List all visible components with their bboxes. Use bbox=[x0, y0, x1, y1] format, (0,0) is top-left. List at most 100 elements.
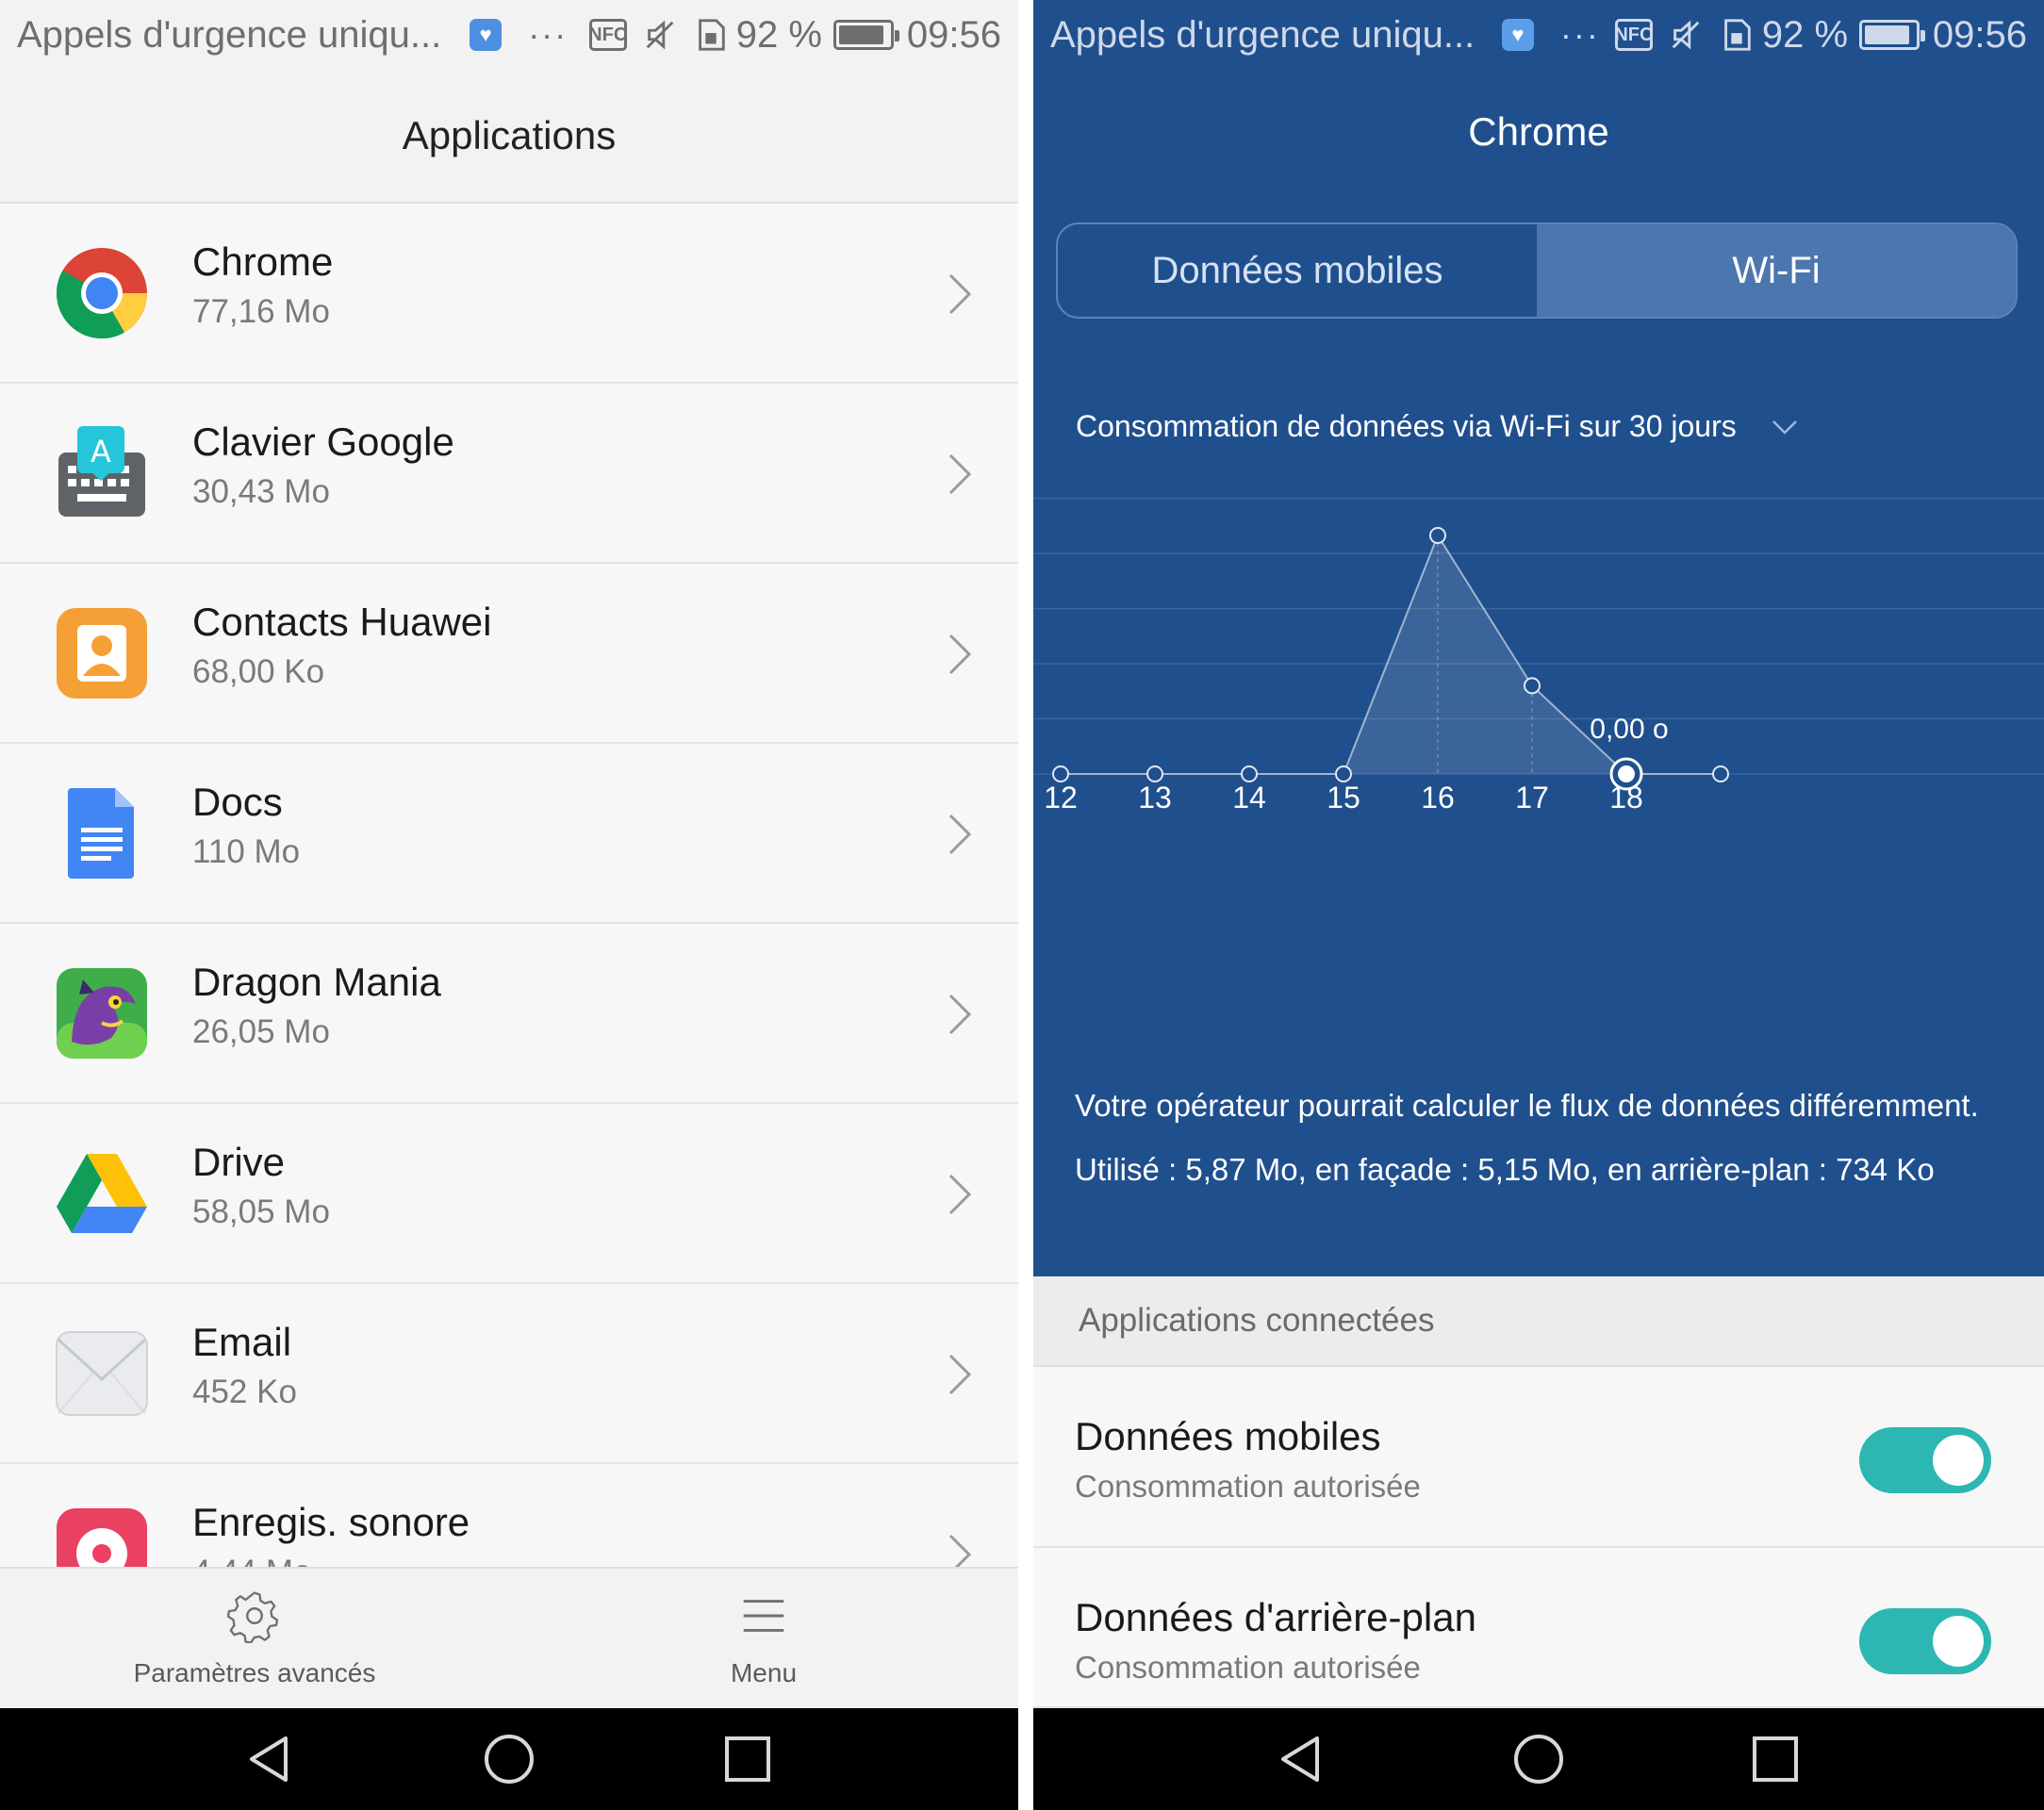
chart-point bbox=[1052, 765, 1069, 782]
usage-panel: Chrome Données mobiles Wi-Fi Consommatio… bbox=[1033, 70, 2044, 1276]
chevron-right-icon bbox=[948, 1174, 972, 1215]
app-name: Email bbox=[192, 1320, 292, 1364]
mute-icon bbox=[1668, 17, 1704, 53]
app-data-size: 77,16 Mo bbox=[192, 293, 330, 330]
battery-percent: 92 % bbox=[735, 13, 822, 56]
mute-icon bbox=[642, 17, 678, 53]
back-icon[interactable] bbox=[1274, 1731, 1330, 1787]
list-item-chrome[interactable]: Chrome 77,16 Mo bbox=[0, 204, 1018, 384]
chart-x-tick-label: 17 bbox=[1515, 781, 1549, 814]
usage-period-dropdown[interactable]: Consommation de données via Wi-Fi sur 30… bbox=[1076, 409, 1799, 444]
clock: 09:56 bbox=[906, 13, 1001, 56]
more-notifications-icon: ··· bbox=[1559, 15, 1600, 54]
chart-x-tick-label: 15 bbox=[1327, 781, 1360, 814]
chart-point bbox=[1241, 765, 1258, 782]
back-icon[interactable] bbox=[242, 1731, 299, 1787]
more-notifications-icon: ··· bbox=[528, 15, 569, 54]
battery-icon bbox=[832, 20, 899, 50]
health-app-icon: ♥ bbox=[1502, 19, 1534, 51]
email-icon bbox=[56, 1331, 148, 1416]
chart-x-tick-label: 12 bbox=[1044, 781, 1078, 814]
app-list: Chrome 77,16 Mo A Clavier Google 30,43 M… bbox=[0, 204, 1018, 1567]
chart-selected-value-label: 0,00 o bbox=[1590, 714, 1668, 745]
clock: 09:56 bbox=[1932, 13, 2027, 56]
chart-point bbox=[1429, 527, 1446, 544]
battery-icon bbox=[1859, 20, 1925, 50]
usage-chart: 12 13 14 15 16 17 18 0,00 o bbox=[1033, 497, 2044, 814]
emergency-calls-text: Appels d'urgence uniqu... bbox=[17, 13, 442, 56]
usage-summary: Utilisé : 5,87 Mo, en façade : 5,15 Mo, … bbox=[1075, 1152, 1935, 1187]
network-tab-switcher: Données mobiles Wi-Fi bbox=[1056, 222, 2018, 319]
keyboard-icon-letter: A bbox=[91, 434, 111, 469]
menu-label: Menu bbox=[730, 1658, 798, 1687]
chart-point bbox=[1146, 765, 1163, 782]
sim-icon bbox=[1719, 17, 1755, 53]
status-bar: Appels d'urgence uniqu... ♥ ··· NFC 92 %… bbox=[0, 0, 1018, 70]
system-nav-bar bbox=[1033, 1708, 2044, 1810]
page-title: Chrome bbox=[1468, 109, 1609, 154]
app-data-size: 58,05 Mo bbox=[192, 1193, 330, 1230]
home-icon[interactable] bbox=[1510, 1731, 1567, 1787]
app-data-size: 4,44 Mo bbox=[192, 1554, 311, 1567]
connected-apps-header: Applications connectées bbox=[1033, 1276, 2044, 1367]
advanced-settings-button[interactable]: Paramètres avancés bbox=[0, 1569, 509, 1708]
chevron-right-icon bbox=[948, 273, 972, 315]
menu-button[interactable]: Menu bbox=[509, 1569, 1018, 1708]
switch-knob bbox=[1933, 1435, 1984, 1486]
drive-icon bbox=[57, 1154, 147, 1233]
toggle-title: Données mobiles bbox=[1075, 1414, 1381, 1458]
toggle-subtitle: Consommation autorisée bbox=[1075, 1469, 1421, 1504]
status-bar: Appels d'urgence uniqu... ♥ ··· NFC 92 %… bbox=[1033, 0, 2044, 70]
background-data-toggle-row[interactable]: Données d'arrière-plan Consommation auto… bbox=[1033, 1548, 2044, 1708]
chrome-icon bbox=[56, 248, 147, 339]
tab-mobile-data[interactable]: Données mobiles bbox=[1058, 224, 1537, 317]
tab-wifi[interactable]: Wi-Fi bbox=[1537, 224, 2016, 317]
health-app-icon: ♥ bbox=[470, 19, 503, 51]
chart-x-tick-label: 14 bbox=[1232, 781, 1266, 814]
chart-x-tick-label: 16 bbox=[1421, 781, 1455, 814]
docs-icon bbox=[68, 788, 134, 879]
app-data-size: 30,43 Mo bbox=[192, 473, 330, 510]
system-nav-bar bbox=[0, 1708, 1018, 1810]
keyboard-icon: A bbox=[58, 426, 145, 517]
app-data-size: 110 Mo bbox=[192, 833, 301, 870]
battery-percent: 92 % bbox=[1761, 13, 1849, 56]
chart-point bbox=[1524, 677, 1541, 695]
app-data-size: 26,05 Mo bbox=[192, 1013, 330, 1050]
app-name: Drive bbox=[192, 1140, 286, 1184]
mobile-data-toggle-row[interactable]: Données mobiles Consommation autorisée bbox=[1033, 1367, 2044, 1548]
background-data-switch[interactable] bbox=[1859, 1608, 1991, 1674]
recents-icon[interactable] bbox=[1747, 1731, 1804, 1787]
battery-level-fill bbox=[1865, 25, 1910, 44]
list-item-dragon-mania[interactable]: Dragon Mania 26,05 Mo bbox=[0, 924, 1018, 1104]
chrome-data-usage-screen: Appels d'urgence uniqu... ♥ ··· NFC 92 %… bbox=[1033, 0, 2044, 1810]
contacts-icon bbox=[57, 608, 147, 699]
home-icon[interactable] bbox=[481, 1731, 537, 1787]
nfc-icon: NFC bbox=[1614, 19, 1653, 51]
list-item-email[interactable]: Email 452 Ko bbox=[0, 1284, 1018, 1464]
menu-icon bbox=[743, 1600, 784, 1632]
chevron-right-icon bbox=[948, 814, 972, 855]
app-name: Clavier Google bbox=[192, 420, 454, 464]
list-item-contacts-huawei[interactable]: Contacts Huawei 68,00 Ko bbox=[0, 564, 1018, 744]
bottom-action-bar: Paramètres avancés Menu bbox=[0, 1567, 1018, 1708]
list-item-docs[interactable]: Docs 110 Mo bbox=[0, 744, 1018, 924]
chart-x-tick-label: 13 bbox=[1138, 781, 1172, 814]
app-name: Enregis. sonore bbox=[192, 1500, 470, 1544]
toggle-subtitle: Consommation autorisée bbox=[1075, 1650, 1421, 1685]
recents-icon[interactable] bbox=[719, 1731, 776, 1787]
list-item-clavier-google[interactable]: A Clavier Google 30,43 Mo bbox=[0, 384, 1018, 564]
chevron-right-icon bbox=[948, 1534, 972, 1567]
app-data-size: 68,00 Ko bbox=[192, 653, 325, 690]
chart-point bbox=[1335, 765, 1352, 782]
nfc-icon: NFC bbox=[588, 19, 627, 51]
toggle-title: Données d'arrière-plan bbox=[1075, 1595, 1476, 1639]
mobile-data-switch[interactable] bbox=[1859, 1427, 1991, 1493]
app-name: Dragon Mania bbox=[192, 960, 441, 1004]
chevron-right-icon bbox=[948, 634, 972, 675]
list-item-drive[interactable]: Drive 58,05 Mo bbox=[0, 1104, 1018, 1284]
page-title: Applications bbox=[0, 70, 1018, 204]
operator-note: Votre opérateur pourrait calculer le flu… bbox=[1075, 1088, 1979, 1123]
list-item-enregis-sonore[interactable]: Enregis. sonore 4,44 Mo bbox=[0, 1464, 1018, 1567]
battery-level-fill bbox=[838, 25, 884, 44]
